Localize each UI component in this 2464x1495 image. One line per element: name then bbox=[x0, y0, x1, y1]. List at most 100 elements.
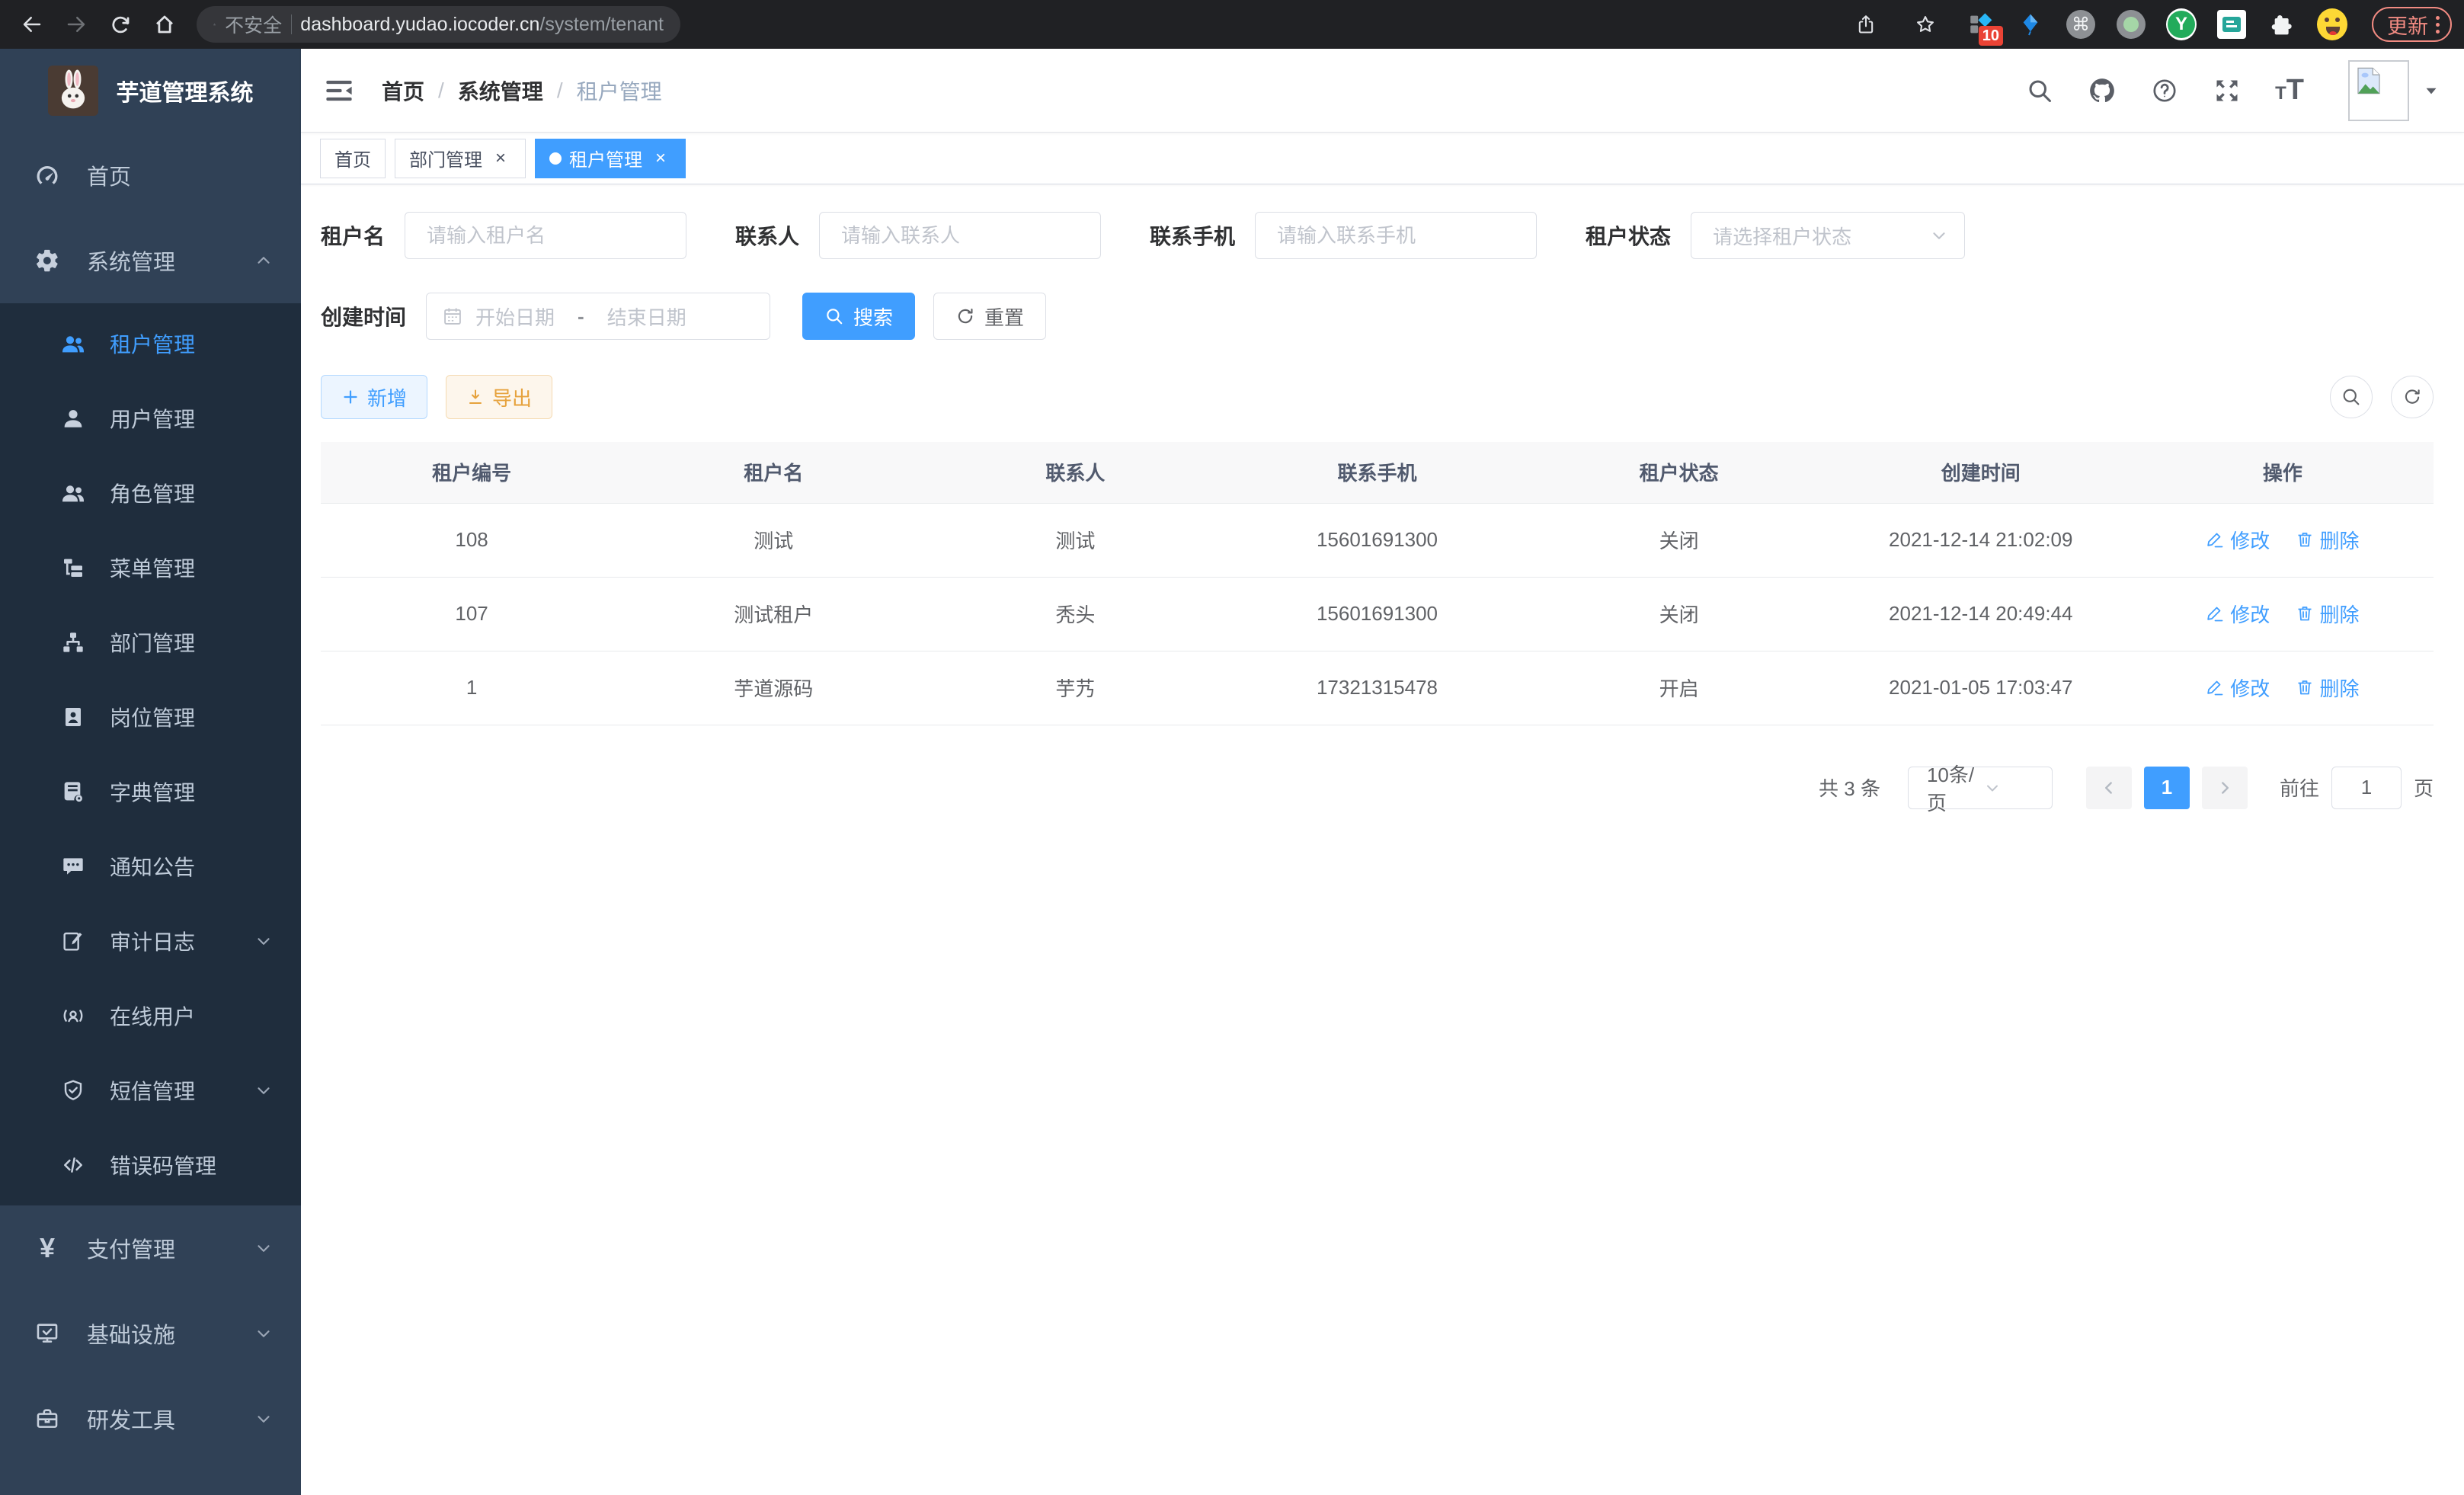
sidebar-item-role[interactable]: 角色管理 bbox=[0, 456, 301, 530]
org-chart-icon bbox=[61, 630, 85, 655]
sidebar-item-error-code[interactable]: 错误码管理 bbox=[0, 1128, 301, 1202]
col-phone: 联系手机 bbox=[1226, 442, 1528, 503]
sidebar-item-devtools[interactable]: 研发工具 bbox=[0, 1376, 301, 1461]
search-button[interactable]: 搜索 bbox=[802, 293, 915, 340]
sidebar-item-tenant[interactable]: 租户管理 bbox=[0, 306, 301, 381]
sidebar-item-sms[interactable]: 短信管理 bbox=[0, 1053, 301, 1128]
close-icon[interactable]: × bbox=[650, 148, 671, 169]
browser-update-button[interactable]: 更新 bbox=[2372, 7, 2452, 42]
extension-command[interactable]: ⌘ bbox=[2066, 9, 2096, 40]
monitor-icon bbox=[34, 1320, 61, 1347]
font-size-button[interactable]: TT bbox=[2275, 74, 2304, 107]
table-row[interactable]: 1 芋道源码 芋艿 17321315478 开启 2021-01-05 17:0… bbox=[321, 651, 2434, 725]
status-select[interactable]: 请选择租户状态 bbox=[1691, 212, 1965, 259]
tenant-name-input[interactable] bbox=[405, 212, 686, 259]
bookmark-star-button[interactable] bbox=[1906, 5, 1945, 44]
briefcase-icon bbox=[34, 1405, 61, 1433]
sidebar-item-dept[interactable]: 部门管理 bbox=[0, 605, 301, 680]
tab-dept[interactable]: 部门管理 × bbox=[395, 139, 526, 178]
share-button[interactable] bbox=[1846, 5, 1886, 44]
goto-suffix: 页 bbox=[2414, 773, 2434, 802]
browser-back-button[interactable] bbox=[12, 5, 52, 44]
sidebar-item-online-user[interactable]: 在线用户 bbox=[0, 978, 301, 1053]
sidebar-collapse-button[interactable] bbox=[322, 74, 356, 107]
fullscreen-button[interactable] bbox=[2213, 76, 2242, 105]
tab-tenant[interactable]: 租户管理 × bbox=[535, 139, 686, 178]
extension-y-logo[interactable]: Y bbox=[2166, 9, 2197, 40]
toggle-search-button[interactable] bbox=[2330, 376, 2373, 418]
edit-link[interactable]: 修改 bbox=[2206, 674, 2270, 702]
sidebar-item-dict[interactable]: 字典管理 bbox=[0, 754, 301, 829]
pencil-icon bbox=[2206, 678, 2224, 696]
reset-button[interactable]: 重置 bbox=[933, 293, 1046, 340]
sidebar-item-label: 首页 bbox=[87, 159, 131, 191]
prev-page-button[interactable] bbox=[2086, 767, 2132, 809]
sidebar-item-payment[interactable]: ¥ 支付管理 bbox=[0, 1205, 301, 1291]
filter-row-2: 创建时间 开始日期 - 结束日期 搜索 重置 bbox=[321, 293, 2434, 340]
sidebar-item-label: 系统管理 bbox=[87, 245, 175, 277]
sidebar-item-system[interactable]: 系统管理 bbox=[0, 218, 301, 303]
extension-emoji[interactable] bbox=[2317, 9, 2347, 40]
chevron-down-icon bbox=[254, 1238, 274, 1258]
date-range-picker[interactable]: 开始日期 - 结束日期 bbox=[426, 293, 770, 340]
delete-link[interactable]: 删除 bbox=[2296, 526, 2360, 554]
extension-gray-dot[interactable] bbox=[2116, 9, 2146, 40]
cell-tenant-name: 测试 bbox=[622, 503, 924, 577]
puzzle-icon bbox=[2270, 12, 2294, 37]
delete-link[interactable]: 删除 bbox=[2296, 674, 2360, 702]
security-label: 不安全 bbox=[225, 11, 282, 38]
breadcrumb-system[interactable]: 系统管理 bbox=[458, 75, 543, 106]
search-icon bbox=[824, 306, 844, 326]
sidebar-item-infra[interactable]: 基础设施 bbox=[0, 1291, 301, 1376]
address-bar[interactable]: 不安全 dashboard.yudao.iocoder.cn/system/te… bbox=[197, 6, 680, 43]
help-button[interactable] bbox=[2150, 76, 2179, 105]
tenant-table: 租户编号 租户名 联系人 联系手机 租户状态 创建时间 操作 108 测试 测试… bbox=[321, 442, 2434, 725]
app-logo-row[interactable]: 芋道管理系统 bbox=[0, 49, 301, 133]
sidebar-item-post[interactable]: 岗位管理 bbox=[0, 680, 301, 754]
browser-reload-button[interactable] bbox=[101, 5, 140, 44]
extension-puzzle[interactable] bbox=[2267, 9, 2297, 40]
pagination: 共 3 条 10条/页 1 前往 页 bbox=[321, 767, 2434, 809]
sidebar-item-home[interactable]: 首页 bbox=[0, 133, 301, 218]
delete-link[interactable]: 删除 bbox=[2296, 600, 2360, 628]
breadcrumb-separator: / bbox=[557, 78, 563, 103]
export-button[interactable]: 导出 bbox=[446, 375, 552, 419]
goto-page-input[interactable] bbox=[2331, 767, 2402, 809]
comment-icon bbox=[61, 854, 85, 879]
browser-forward-button[interactable] bbox=[56, 5, 96, 44]
refresh-table-button[interactable] bbox=[2391, 376, 2434, 418]
tab-label: 部门管理 bbox=[409, 145, 482, 171]
table-row[interactable]: 107 测试租户 秃头 15601691300 关闭 2021-12-14 20… bbox=[321, 577, 2434, 651]
delete-link-label: 删除 bbox=[2320, 526, 2360, 554]
edit-link[interactable]: 修改 bbox=[2206, 526, 2270, 554]
header-search-button[interactable] bbox=[2025, 76, 2054, 105]
extension-grid-diamond[interactable]: 10 bbox=[1965, 9, 1995, 40]
extension-green-doc[interactable] bbox=[2216, 9, 2247, 40]
edit-link-label: 修改 bbox=[2230, 674, 2270, 702]
browser-home-button[interactable] bbox=[145, 5, 184, 44]
breadcrumb-home[interactable]: 首页 bbox=[382, 75, 424, 106]
filter-status: 租户状态 请选择租户状态 bbox=[1586, 212, 1965, 259]
sidebar-item-user[interactable]: 用户管理 bbox=[0, 381, 301, 456]
github-link[interactable] bbox=[2088, 76, 2117, 105]
next-page-button[interactable] bbox=[2202, 767, 2248, 809]
delete-link-label: 删除 bbox=[2320, 674, 2360, 702]
sidebar-item-audit-log[interactable]: 审计日志 bbox=[0, 904, 301, 978]
tab-label: 租户管理 bbox=[569, 145, 642, 171]
edit-link[interactable]: 修改 bbox=[2206, 600, 2270, 628]
page-number-current[interactable]: 1 bbox=[2144, 767, 2190, 809]
sidebar-item-menu[interactable]: 菜单管理 bbox=[0, 530, 301, 605]
trash-icon bbox=[2296, 604, 2314, 623]
contact-input[interactable] bbox=[819, 212, 1101, 259]
tab-home[interactable]: 首页 bbox=[320, 139, 386, 178]
close-icon[interactable]: × bbox=[490, 148, 511, 169]
fullscreen-icon bbox=[2213, 77, 2241, 104]
extension-kite[interactable] bbox=[2015, 9, 2046, 40]
page-size-select[interactable]: 10条/页 bbox=[1908, 767, 2053, 809]
hamburger-indent-icon bbox=[323, 75, 355, 107]
add-button[interactable]: 新增 bbox=[321, 375, 427, 419]
table-row[interactable]: 108 测试 测试 15601691300 关闭 2021-12-14 21:0… bbox=[321, 503, 2434, 577]
phone-input[interactable] bbox=[1255, 212, 1537, 259]
user-avatar-menu[interactable] bbox=[2348, 60, 2441, 121]
sidebar-item-notice[interactable]: 通知公告 bbox=[0, 829, 301, 904]
